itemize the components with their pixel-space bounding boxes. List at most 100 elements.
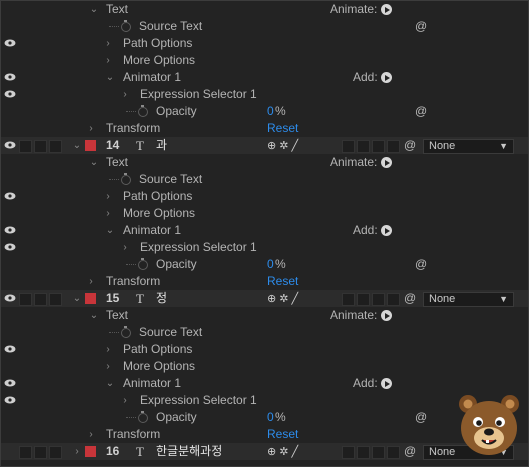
reset-link[interactable]: Reset bbox=[267, 120, 298, 137]
stopwatch-icon[interactable] bbox=[138, 105, 148, 117]
eye-icon[interactable] bbox=[4, 39, 16, 47]
twirl-closed-icon[interactable]: › bbox=[86, 120, 96, 137]
path-options-row[interactable]: › Path Options bbox=[1, 341, 528, 358]
twirl-open-icon[interactable]: ⌄ bbox=[89, 154, 99, 171]
expression-spiral-icon[interactable]: @ bbox=[415, 256, 427, 273]
layer-switches[interactable]: ⊕ ✲ ╱ bbox=[267, 138, 298, 155]
layer-name[interactable]: 정 bbox=[156, 290, 167, 307]
path-options-row[interactable]: › Path Options bbox=[1, 35, 528, 52]
twirl-closed-icon[interactable]: › bbox=[86, 273, 96, 290]
animate-menu-icon[interactable] bbox=[381, 157, 392, 168]
stopwatch-icon[interactable] bbox=[138, 258, 148, 270]
twirl-open-icon[interactable]: ⌄ bbox=[89, 1, 99, 18]
label-color-swatch[interactable] bbox=[85, 293, 96, 304]
expression-spiral-icon[interactable]: @ bbox=[415, 18, 427, 35]
audio-toggle[interactable] bbox=[19, 446, 32, 459]
blend-mode-dropdown[interactable]: None ▼ bbox=[423, 292, 514, 307]
parent-pickwhip-icon[interactable]: @ bbox=[404, 443, 416, 460]
stopwatch-icon[interactable] bbox=[138, 411, 148, 423]
layer-name[interactable]: 한글분해과정 bbox=[156, 443, 222, 460]
twirl-open-icon[interactable]: ⌄ bbox=[72, 290, 82, 307]
switch-box[interactable] bbox=[372, 140, 385, 153]
switch-box[interactable] bbox=[357, 293, 370, 306]
twirl-closed-icon[interactable]: › bbox=[103, 358, 113, 375]
twirl-closed-icon[interactable]: › bbox=[86, 426, 96, 443]
animate-menu-icon[interactable] bbox=[381, 4, 392, 15]
twirl-open-icon[interactable]: ⌄ bbox=[89, 307, 99, 324]
parent-pickwhip-icon[interactable]: @ bbox=[404, 137, 416, 154]
blend-mode-dropdown[interactable]: None ▼ bbox=[423, 139, 514, 154]
twirl-open-icon[interactable]: ⌄ bbox=[105, 69, 115, 86]
twirl-open-icon[interactable]: ⌄ bbox=[105, 222, 115, 239]
label-color-swatch[interactable] bbox=[85, 446, 96, 457]
path-options-row[interactable]: › Path Options bbox=[1, 188, 528, 205]
twirl-closed-icon[interactable]: › bbox=[120, 239, 130, 256]
switch-box[interactable] bbox=[387, 293, 400, 306]
eye-icon[interactable] bbox=[4, 226, 16, 234]
eye-icon[interactable] bbox=[4, 73, 16, 81]
eye-icon[interactable] bbox=[4, 90, 16, 98]
transform-row[interactable]: › Transform Reset bbox=[1, 120, 528, 137]
layer-switches[interactable]: ⊕ ✲ ╱ bbox=[267, 444, 298, 461]
layer-row[interactable]: ⌄ 14 T 과 ⊕ ✲ ╱ @ None ▼ bbox=[1, 137, 528, 154]
layer-row[interactable]: › 16 T 한글분해과정 ⊕ ✲ ╱ @ None ▼ bbox=[1, 443, 528, 460]
reset-link[interactable]: Reset bbox=[267, 273, 298, 290]
audio-toggle[interactable] bbox=[19, 140, 32, 153]
layer-switches[interactable]: ⊕ ✲ ╱ bbox=[267, 291, 298, 308]
twirl-open-icon[interactable]: ⌄ bbox=[72, 137, 82, 154]
eye-icon[interactable] bbox=[4, 192, 16, 200]
lock-toggle[interactable] bbox=[49, 446, 62, 459]
twirl-open-icon[interactable]: ⌄ bbox=[105, 375, 115, 392]
eye-icon[interactable] bbox=[4, 345, 16, 353]
animate-menu-icon[interactable] bbox=[381, 310, 392, 321]
switch-box[interactable] bbox=[342, 293, 355, 306]
text-group-row[interactable]: ⌄ Text Animate: bbox=[1, 307, 528, 324]
text-group-row[interactable]: ⌄ Text Animate: bbox=[1, 1, 528, 18]
twirl-closed-icon[interactable]: › bbox=[120, 392, 130, 409]
opacity-row[interactable]: Opacity 0 % @ bbox=[1, 409, 528, 426]
eye-icon[interactable] bbox=[4, 396, 16, 404]
switch-box[interactable] bbox=[357, 140, 370, 153]
expression-selector-row[interactable]: › Expression Selector 1 bbox=[1, 239, 528, 256]
eye-icon[interactable] bbox=[4, 379, 16, 387]
add-menu-icon[interactable] bbox=[381, 225, 392, 236]
audio-toggle[interactable] bbox=[19, 293, 32, 306]
opacity-row[interactable]: Opacity 0 % @ bbox=[1, 103, 528, 120]
stopwatch-icon[interactable] bbox=[121, 173, 131, 185]
eye-icon[interactable] bbox=[4, 141, 16, 149]
switch-box[interactable] bbox=[372, 293, 385, 306]
expression-selector-row[interactable]: › Expression Selector 1 bbox=[1, 392, 528, 409]
twirl-closed-icon[interactable]: › bbox=[120, 86, 130, 103]
opacity-value[interactable]: 0 bbox=[267, 256, 274, 273]
eye-icon[interactable] bbox=[4, 243, 16, 251]
source-text-row[interactable]: Source Text @ bbox=[1, 18, 528, 35]
add-menu-icon[interactable] bbox=[381, 378, 392, 389]
opacity-value[interactable]: 0 bbox=[267, 409, 274, 426]
source-text-row[interactable]: Source Text bbox=[1, 171, 528, 188]
stopwatch-icon[interactable] bbox=[121, 20, 131, 32]
opacity-value[interactable]: 0 bbox=[267, 103, 274, 120]
twirl-closed-icon[interactable]: › bbox=[103, 205, 113, 222]
twirl-closed-icon[interactable]: › bbox=[103, 52, 113, 69]
lock-toggle[interactable] bbox=[49, 293, 62, 306]
lock-toggle[interactable] bbox=[49, 140, 62, 153]
solo-toggle[interactable] bbox=[34, 446, 47, 459]
solo-toggle[interactable] bbox=[34, 293, 47, 306]
add-menu-icon[interactable] bbox=[381, 72, 392, 83]
text-group-row[interactable]: ⌄ Text Animate: bbox=[1, 154, 528, 171]
solo-toggle[interactable] bbox=[34, 140, 47, 153]
layer-row[interactable]: ⌄ 15 T 정 ⊕ ✲ ╱ @ None ▼ bbox=[1, 290, 528, 307]
transform-row[interactable]: › Transform Reset bbox=[1, 273, 528, 290]
twirl-closed-icon[interactable]: › bbox=[103, 341, 113, 358]
more-options-row[interactable]: › More Options bbox=[1, 52, 528, 69]
twirl-closed-icon[interactable]: › bbox=[103, 35, 113, 52]
eye-icon[interactable] bbox=[4, 294, 16, 302]
reset-link[interactable]: Reset bbox=[267, 426, 298, 443]
animator-row[interactable]: ⌄ Animator 1 Add: bbox=[1, 375, 528, 392]
label-color-swatch[interactable] bbox=[85, 140, 96, 151]
animator-row[interactable]: ⌄ Animator 1 Add: bbox=[1, 69, 528, 86]
opacity-row[interactable]: Opacity 0 % @ bbox=[1, 256, 528, 273]
switch-box[interactable] bbox=[357, 446, 370, 459]
layer-name[interactable]: 과 bbox=[156, 137, 167, 154]
switch-box[interactable] bbox=[387, 446, 400, 459]
